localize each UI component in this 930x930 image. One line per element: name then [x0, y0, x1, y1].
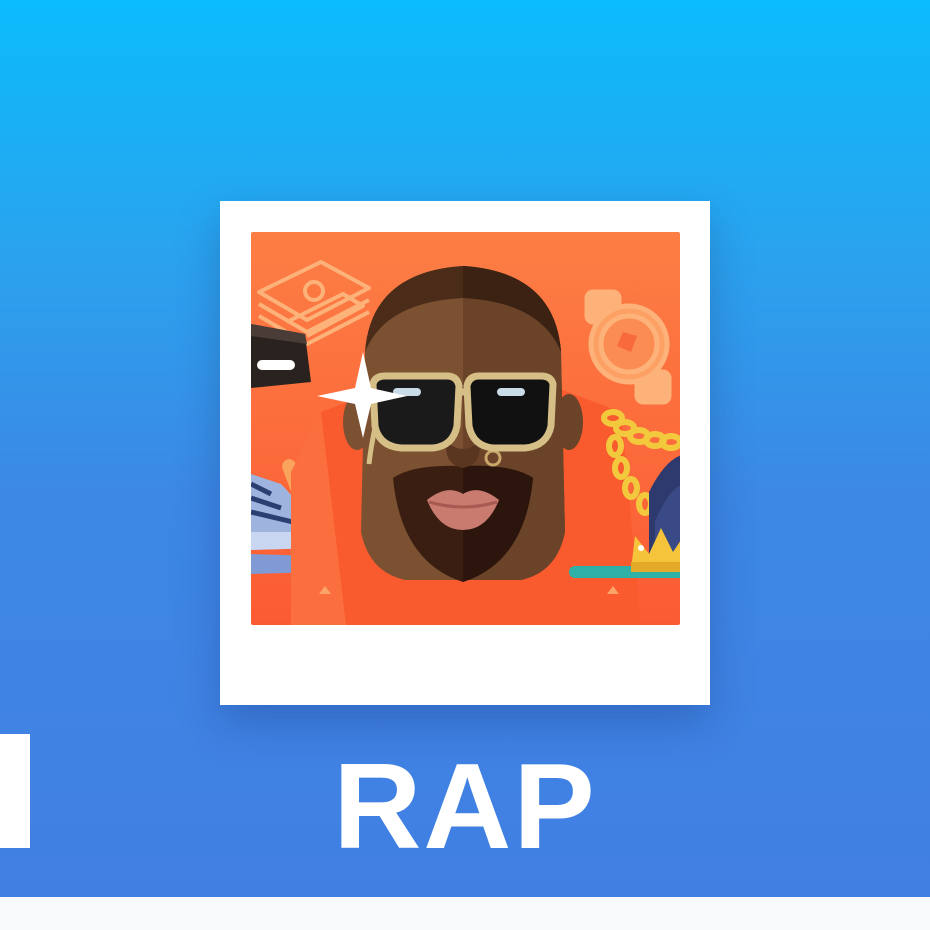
genre-title: RAP	[333, 738, 597, 874]
genre-card-screen: RAP	[0, 0, 930, 930]
genre-artwork[interactable]	[251, 232, 680, 625]
bottom-strip	[0, 897, 930, 930]
adjacent-card-edge[interactable]	[0, 734, 30, 848]
boombox-icon	[251, 324, 311, 388]
genre-card[interactable]	[220, 201, 710, 705]
